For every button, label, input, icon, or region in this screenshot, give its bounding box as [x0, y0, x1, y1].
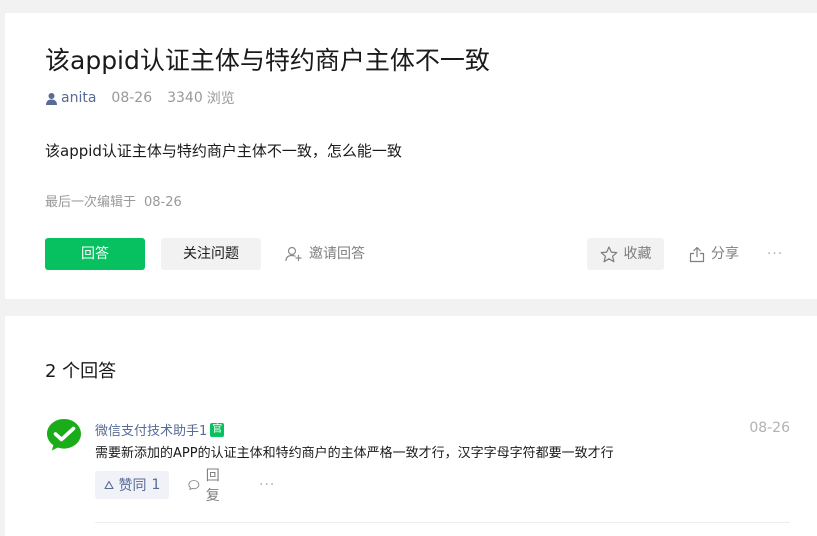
answer-button[interactable]: 回答 — [45, 238, 145, 270]
author-link[interactable]: anita — [45, 90, 96, 106]
more-options-button[interactable]: ··· — [763, 238, 787, 270]
answer-count: 2 个回答 — [45, 361, 117, 382]
invite-answer-label: 邀请回答 — [309, 246, 365, 262]
answer-author[interactable]: 微信支付技术助手1 官 — [95, 420, 225, 439]
question-title: 该appid认证主体与特约商户主体不一致 — [45, 46, 490, 75]
like-button[interactable]: 赞同 1 — [95, 471, 169, 499]
last-edited-date: 08-26 — [144, 195, 182, 210]
question-meta: anita 08-26 3340 浏览 — [45, 88, 235, 108]
answer-date: 08-26 — [749, 420, 790, 436]
question-card: 该appid认证主体与特约商户主体不一致 anita 08-26 3340 浏览… — [5, 13, 817, 299]
reply-button[interactable]: 回复 — [188, 468, 225, 504]
thumb-up-icon — [103, 480, 114, 490]
answer-more-button[interactable]: ··· — [259, 471, 275, 499]
question-date: 08-26 — [111, 90, 153, 106]
official-badge: 官 — [210, 422, 225, 437]
share-icon — [689, 246, 705, 262]
answer-text: 需要新添加的APP的认证主体和特约商户的主体严格一致才行，汉字字母字符都要一致才… — [95, 446, 614, 461]
add-user-icon — [285, 246, 302, 262]
share-button[interactable]: 分享 — [689, 238, 749, 270]
invite-answer-button[interactable]: 邀请回答 — [285, 238, 375, 270]
user-icon — [46, 92, 57, 105]
reply-label: 回复 — [205, 468, 220, 504]
answer-divider — [95, 522, 790, 523]
follow-question-button[interactable]: 关注问题 — [161, 238, 261, 270]
collect-button[interactable]: 收藏 — [587, 238, 664, 270]
question-body: 该appid认证主体与特约商户主体不一致，怎么能一致 — [45, 142, 402, 160]
last-edited: 最后一次编辑于 08-26 — [45, 191, 182, 210]
last-edited-label: 最后一次编辑于 — [45, 195, 137, 210]
answer-author-name: 微信支付技术助手1 — [95, 424, 208, 439]
view-count-label: 浏览 — [206, 91, 235, 107]
comment-icon — [188, 480, 200, 490]
answers-card: 2 个回答 微信支付技术助手1 官 08-26 需要新添加的APP的认证主体和特… — [5, 316, 817, 536]
wechat-pay-logo-icon[interactable] — [45, 416, 83, 454]
question-actions: 回答 关注问题 邀请回答 收藏 分享 ··· — [45, 238, 790, 270]
star-icon — [600, 245, 617, 262]
author-name: anita — [61, 90, 97, 106]
like-count: 1 — [151, 477, 161, 493]
share-label: 分享 — [711, 246, 739, 262]
answer-item: 微信支付技术助手1 官 08-26 需要新添加的APP的认证主体和特约商户的主体… — [45, 416, 790, 536]
view-count: 3340 — [167, 90, 203, 106]
collect-label: 收藏 — [623, 246, 652, 262]
like-label: 赞同 — [118, 478, 147, 494]
